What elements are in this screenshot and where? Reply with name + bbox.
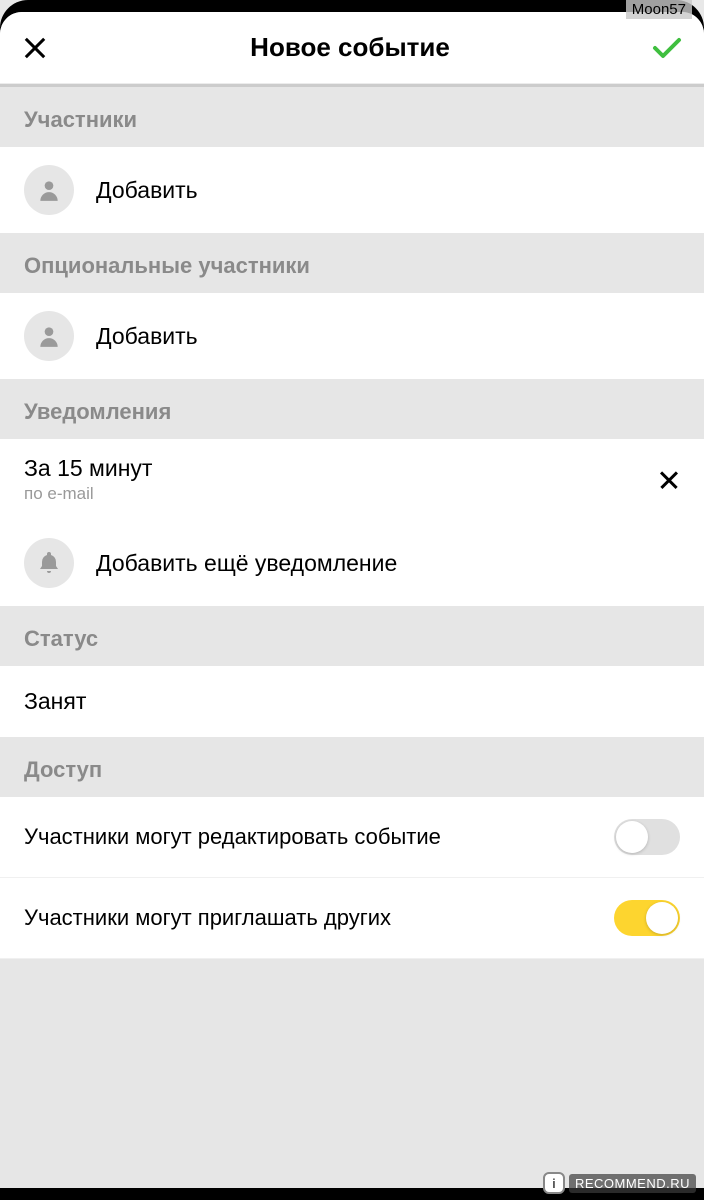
- section-status-header: Статус: [0, 606, 704, 666]
- notification-subtitle: по e-mail: [24, 484, 152, 504]
- confirm-icon[interactable]: [652, 37, 682, 59]
- remove-notification-icon[interactable]: [658, 469, 680, 491]
- close-icon[interactable]: [22, 35, 48, 61]
- add-notification-row[interactable]: Добавить ещё уведомление: [0, 520, 704, 606]
- phone-frame: Новое событие Участники Добавить Опциона…: [0, 0, 704, 1200]
- add-notification-label: Добавить ещё уведомление: [96, 550, 397, 577]
- notification-title: За 15 минут: [24, 455, 152, 482]
- section-optional-header: Опциональные участники: [0, 233, 704, 293]
- notification-item[interactable]: За 15 минут по e-mail: [0, 439, 704, 520]
- add-optional-row[interactable]: Добавить: [0, 293, 704, 379]
- add-participant-row[interactable]: Добавить: [0, 147, 704, 233]
- access-edit-label: Участники могут редактировать событие: [24, 824, 598, 850]
- access-invite-row: Участники могут приглашать других: [0, 878, 704, 959]
- notification-text: За 15 минут по e-mail: [24, 455, 152, 504]
- app-container: Новое событие Участники Добавить Опциона…: [0, 12, 704, 1188]
- overlay-username: Moon57: [626, 0, 692, 19]
- access-invite-toggle[interactable]: [614, 900, 680, 936]
- section-participants-header: Участники: [0, 87, 704, 147]
- person-icon: [24, 311, 74, 361]
- section-notifications-header: Уведомления: [0, 379, 704, 439]
- page-title: Новое событие: [250, 32, 450, 63]
- add-participant-label: Добавить: [96, 177, 198, 204]
- access-invite-label: Участники могут приглашать других: [24, 905, 598, 931]
- status-value: Занят: [24, 688, 680, 715]
- bell-icon: [24, 538, 74, 588]
- watermark-text: RECOMMEND.RU: [569, 1174, 696, 1193]
- watermark: i RECOMMEND.RU: [543, 1172, 696, 1194]
- watermark-badge: i: [543, 1172, 565, 1194]
- content-scroll[interactable]: Участники Добавить Опциональные участник…: [0, 87, 704, 1188]
- status-row[interactable]: Занят: [0, 666, 704, 737]
- access-edit-toggle[interactable]: [614, 819, 680, 855]
- access-edit-row: Участники могут редактировать событие: [0, 797, 704, 878]
- person-icon: [24, 165, 74, 215]
- section-access-header: Доступ: [0, 737, 704, 797]
- add-optional-label: Добавить: [96, 323, 198, 350]
- header: Новое событие: [0, 12, 704, 84]
